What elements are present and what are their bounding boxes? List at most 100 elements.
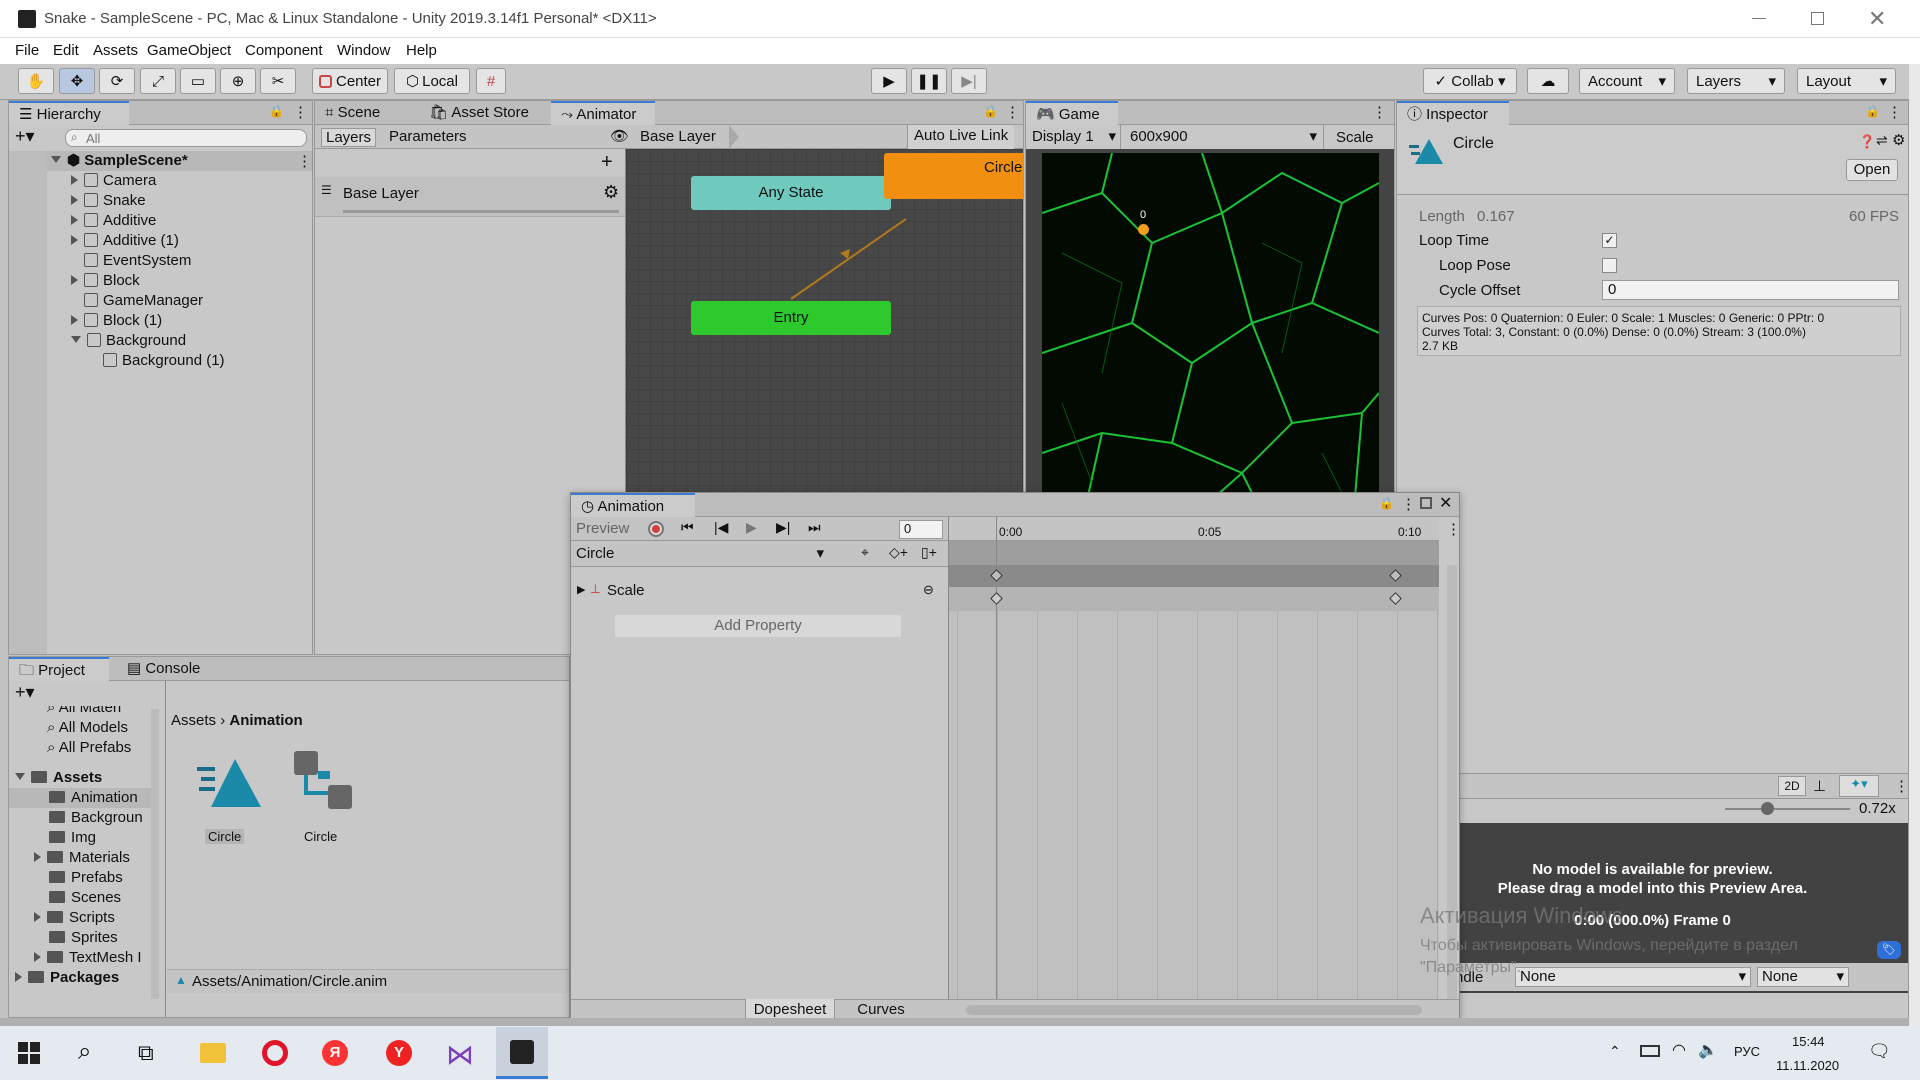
- add-keyframe-icon[interactable]: ⌖: [861, 544, 869, 561]
- pivot-icon[interactable]: ⊥: [1813, 777, 1826, 795]
- account-button[interactable]: Account ▾: [1579, 68, 1675, 94]
- folder-item[interactable]: Animation: [9, 788, 159, 808]
- favorite-item[interactable]: ⌕ All Prefabs: [9, 738, 131, 758]
- create-button[interactable]: +▾: [15, 682, 35, 703]
- volume-icon[interactable]: 🔈: [1698, 1040, 1718, 1060]
- search-icon[interactable]: ⌕: [78, 1038, 91, 1066]
- tab-layers[interactable]: Layers: [321, 128, 377, 147]
- kebab-menu-icon[interactable]: ⋮: [293, 103, 308, 121]
- layers-button[interactable]: Layers ▾: [1687, 68, 1785, 94]
- move-tool-button[interactable]: ✥: [59, 68, 95, 94]
- close-icon[interactable]: ✕: [1439, 493, 1452, 513]
- task-view-icon[interactable]: ⧉: [138, 1040, 154, 1066]
- rect-tool-button[interactable]: ▭: [180, 68, 216, 94]
- menu-file[interactable]: File: [15, 42, 39, 59]
- layout-button[interactable]: Layout ▾: [1797, 68, 1896, 94]
- resolution-select[interactable]: 600x900 ▾: [1124, 125, 1324, 149]
- file-explorer-icon[interactable]: [200, 1043, 226, 1063]
- menu-help[interactable]: Help: [406, 42, 437, 59]
- last-keyframe-button[interactable]: ⏭: [808, 519, 821, 536]
- avatar-button[interactable]: ✦▾: [1839, 775, 1879, 797]
- expand-icon[interactable]: [71, 235, 78, 245]
- unity-taskbar-icon[interactable]: [496, 1027, 548, 1079]
- packages-root[interactable]: Packages: [9, 968, 119, 988]
- asset-tile[interactable]: Circle: [284, 751, 364, 847]
- gear-icon[interactable]: ⚙: [603, 182, 619, 203]
- collapse-icon[interactable]: [71, 336, 81, 343]
- expand-icon[interactable]: [15, 972, 22, 982]
- maximize-icon[interactable]: [1420, 497, 1432, 509]
- local-button[interactable]: ⬡ Local: [394, 68, 470, 94]
- favorite-item[interactable]: ⌕ All Models: [9, 718, 128, 738]
- menu-window[interactable]: Window: [337, 42, 390, 59]
- keyframe-track-area[interactable]: [949, 587, 1439, 1001]
- chevron-up-icon[interactable]: ⌃: [1609, 1043, 1621, 1060]
- expand-icon[interactable]: [34, 912, 41, 922]
- kebab-menu-icon[interactable]: ⋮: [1372, 103, 1387, 121]
- maximize-icon[interactable]: [1811, 12, 1824, 25]
- presets-icon[interactable]: ⇌: [1876, 132, 1888, 149]
- record-button[interactable]: [648, 521, 664, 537]
- kebab-menu-icon[interactable]: ⋮: [1887, 103, 1902, 121]
- yandex-icon[interactable]: Я: [322, 1040, 348, 1066]
- playback-speed-slider-track[interactable]: [1725, 808, 1850, 810]
- tab-parameters[interactable]: Parameters: [385, 128, 471, 145]
- playback-speed-slider-handle[interactable]: [1761, 802, 1774, 815]
- expand-icon[interactable]: [34, 952, 41, 962]
- step-button[interactable]: ▶|: [951, 68, 987, 94]
- asset-variant-select[interactable]: None ▾: [1757, 967, 1849, 987]
- pause-button[interactable]: ❚❚: [911, 68, 947, 94]
- kebab-menu-icon[interactable]: ⋮: [297, 152, 312, 170]
- state-any-state[interactable]: Any State: [691, 176, 891, 210]
- scale-tool-button[interactable]: ⤢: [140, 68, 176, 94]
- prev-keyframe-button[interactable]: |◀: [714, 519, 728, 536]
- menu-assets[interactable]: Assets: [93, 42, 138, 59]
- drag-handle-icon[interactable]: ☰: [321, 183, 332, 197]
- menu-gameobject[interactable]: GameObject: [147, 42, 231, 59]
- scene-root[interactable]: ⬢ SampleScene*: [9, 151, 312, 171]
- kebab-menu-icon[interactable]: ⋮: [1446, 520, 1461, 538]
- display-select[interactable]: Display 1 ▾: [1026, 125, 1121, 149]
- asset-bundle-select[interactable]: None ▾: [1515, 967, 1751, 987]
- project-tree-scrollbar[interactable]: [151, 709, 159, 999]
- expand-icon[interactable]: [71, 215, 78, 225]
- project-divider[interactable]: [165, 681, 166, 1017]
- expand-icon[interactable]: ▶: [577, 583, 585, 596]
- lock-icon[interactable]: 🔒: [1865, 104, 1880, 118]
- folder-item[interactable]: TextMesh I: [9, 948, 142, 968]
- kebab-menu-icon[interactable]: ⋮: [1005, 103, 1020, 121]
- tab-console[interactable]: ▤ Console: [117, 657, 210, 681]
- folder-item[interactable]: Prefabs: [9, 868, 123, 888]
- tab-asset-store[interactable]: 🛍 Asset Store: [419, 101, 539, 125]
- lock-icon[interactable]: 🔒: [983, 104, 998, 118]
- eye-icon[interactable]: 👁: [610, 127, 629, 145]
- layer-row[interactable]: ☰ Base Layer ⚙: [315, 177, 625, 217]
- asset-tile[interactable]: Circle: [189, 755, 269, 847]
- add-event-marker-icon[interactable]: ▯+: [921, 544, 937, 561]
- state-entry[interactable]: Entry: [691, 301, 891, 335]
- grid-snap-button[interactable]: #: [476, 68, 506, 94]
- add-property-button[interactable]: Add Property: [615, 615, 901, 637]
- menu-edit[interactable]: Edit: [53, 42, 79, 59]
- next-keyframe-button[interactable]: ▶|: [776, 519, 790, 536]
- menu-component[interactable]: Component: [245, 42, 323, 59]
- opera-icon[interactable]: [262, 1040, 288, 1066]
- folder-item[interactable]: Img: [9, 828, 96, 848]
- wifi-icon[interactable]: ◠: [1672, 1040, 1686, 1060]
- property-options-icon[interactable]: ⊖: [923, 582, 934, 598]
- expand-icon[interactable]: [71, 195, 78, 205]
- transform-tool-button[interactable]: ⊕: [220, 68, 256, 94]
- hierarchy-search-input[interactable]: [65, 129, 307, 147]
- timeline-ruler[interactable]: [949, 517, 1439, 541]
- tag-icon[interactable]: 🏷: [1877, 941, 1901, 959]
- expand-icon[interactable]: [71, 275, 78, 285]
- tab-scene[interactable]: ⌗ Scene: [315, 101, 390, 125]
- animator-breadcrumb[interactable]: Base Layer: [640, 128, 716, 145]
- folder-item[interactable]: Sprites: [9, 928, 118, 948]
- clip-select[interactable]: Circle ▾: [574, 544, 828, 564]
- kebab-menu-icon[interactable]: ⋮: [1894, 777, 1909, 795]
- add-event-icon[interactable]: ◇+: [889, 544, 908, 561]
- yandex-browser-icon[interactable]: Y: [386, 1040, 412, 1066]
- expand-icon[interactable]: [51, 156, 61, 163]
- tab-inspector[interactable]: ⓘ Inspector: [1397, 101, 1509, 125]
